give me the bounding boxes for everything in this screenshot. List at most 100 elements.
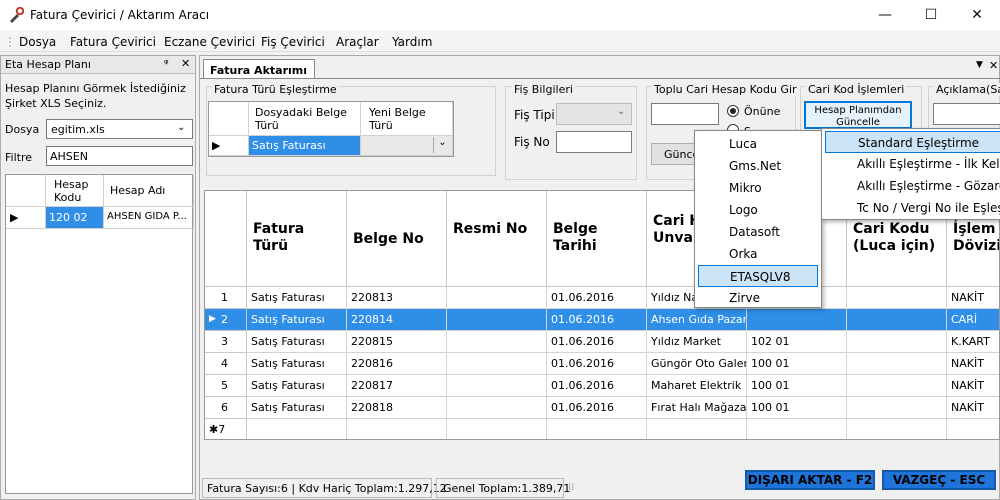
hesap-planindan-guncelle-button[interactable]: Hesap Planımdan Güncelle xyxy=(804,101,912,129)
cell-hesap-kodu[interactable]: 120 02 xyxy=(46,207,104,229)
cell-hesap-adi[interactable]: AHSEN GIDA P... xyxy=(104,207,194,229)
cell-luca-kod[interactable] xyxy=(847,309,947,331)
cell-fatura-turu[interactable]: Satış Faturası xyxy=(247,309,347,331)
menu-item-gmsnet[interactable]: Gms.Net xyxy=(695,155,821,177)
cell-cari-unvan[interactable]: Yıldız Market xyxy=(647,331,747,353)
cell-cari-unvan[interactable]: Maharet Elektrik xyxy=(647,375,747,397)
cell-new[interactable] xyxy=(647,419,747,439)
cell-new[interactable] xyxy=(947,419,999,439)
maximize-button[interactable]: ☐ xyxy=(908,0,954,30)
filtre-input[interactable]: AHSEN xyxy=(46,146,193,166)
close-button[interactable]: ✕ xyxy=(954,0,1000,30)
cell-cari-unvan[interactable]: Fırat Halı Mağazası xyxy=(647,397,747,419)
cell-doviz[interactable]: CARİ xyxy=(947,309,999,331)
menu-item-orka[interactable]: Orka xyxy=(695,243,821,265)
cell-cari-kod[interactable]: 102 01 xyxy=(747,331,847,353)
cell-fatura-turu[interactable]: Satış Faturası xyxy=(247,287,347,309)
cell-belge-tarihi[interactable]: 01.06.2016 xyxy=(547,309,647,331)
menu-item-mikro[interactable]: Mikro xyxy=(695,177,821,199)
cell-fatura-turu[interactable]: Satış Faturası xyxy=(247,375,347,397)
cell-cari-unvan[interactable]: Ahsen Gıda Pazarı xyxy=(647,309,747,331)
cell-belge-no[interactable]: 220814 xyxy=(347,309,447,331)
menu-fatura-cevirici[interactable]: Fatura Çevirici xyxy=(70,35,156,49)
tab-close-icon[interactable]: ✕ xyxy=(989,59,998,72)
menu-item-standard-eslestirme[interactable]: Standard Eşleştirme xyxy=(825,131,1000,153)
yeni-belge-turu-select[interactable]: ⌄ xyxy=(361,136,453,156)
table-row-new[interactable]: ✱7 xyxy=(205,419,999,439)
fis-no-input[interactable] xyxy=(556,131,632,153)
header-hesap-kodu[interactable]: Hesap Kodu xyxy=(46,175,104,207)
aciklama-input[interactable] xyxy=(933,103,1000,125)
header-hesap-adi[interactable]: Hesap Adı xyxy=(104,175,194,207)
menu-item-tc-vergi-no[interactable]: Tc No / Vergi No ile Eşleştir xyxy=(822,197,1000,219)
fis-tipi-select[interactable]: ⌄ xyxy=(556,103,632,125)
menu-araclar[interactable]: Araçlar xyxy=(336,35,379,49)
vazgec-button[interactable]: VAZGEÇ - ESC xyxy=(882,470,996,490)
cell-resmi-no[interactable] xyxy=(447,309,547,331)
menu-item-etasqlv8[interactable]: ETASQLV8 xyxy=(698,265,818,287)
cell-new[interactable] xyxy=(547,419,647,439)
tab-dropdown-icon[interactable]: ▼ xyxy=(976,60,983,70)
cell-resmi-no[interactable] xyxy=(447,353,547,375)
cell-doviz[interactable]: K.KART xyxy=(947,331,999,353)
cell-belge-tarihi[interactable]: 01.06.2016 xyxy=(547,287,647,309)
menu-yardim[interactable]: Yardım xyxy=(392,35,432,49)
cell-doviz[interactable]: NAKİT xyxy=(947,397,999,419)
cell-belge-tarihi[interactable]: 01.06.2016 xyxy=(547,397,647,419)
radio-onune[interactable] xyxy=(727,105,739,117)
cell-cari-kod[interactable]: 100 01 xyxy=(747,353,847,375)
menu-dosya[interactable]: Dosya xyxy=(19,35,56,49)
cell-belge-no[interactable]: 220818 xyxy=(347,397,447,419)
table-row[interactable]: 3 Satış Faturası 220815 01.06.2016 Yıldı… xyxy=(205,331,999,353)
menu-item-logo[interactable]: Logo xyxy=(695,199,821,221)
header-fatura-turu[interactable]: Fatura Türü xyxy=(247,191,347,287)
menu-eczane-cevirici[interactable]: Eczane Çevirici xyxy=(164,35,255,49)
cell-cari-unvan[interactable]: Güngör Oto Galeri xyxy=(647,353,747,375)
menu-item-akilli-ilk-kelime[interactable]: Akıllı Eşleştirme - İlk Kelime xyxy=(822,153,1000,175)
cell-belge-no[interactable]: 220817 xyxy=(347,375,447,397)
menu-item-akilli-gozardi[interactable]: Akıllı Eşleştirme - Gözardı K xyxy=(822,175,1000,197)
cell-resmi-no[interactable] xyxy=(447,287,547,309)
toplu-cari-input[interactable] xyxy=(651,103,719,125)
table-row[interactable]: 1 Satış Faturası 220813 01.06.2016 Yıldı… xyxy=(205,287,999,309)
cell-belge-no[interactable]: 220815 xyxy=(347,331,447,353)
cell-new[interactable] xyxy=(847,419,947,439)
disari-aktar-button[interactable]: DIŞARI AKTAR - F2 xyxy=(745,470,875,490)
menu-item-datasoft[interactable]: Datasoft xyxy=(695,221,821,243)
cell-luca-kod[interactable] xyxy=(847,397,947,419)
header-belge-no[interactable]: Belge No xyxy=(347,191,447,287)
table-row-selected[interactable]: 2 ▶ Satış Faturası 220814 01.06.2016 Ahs… xyxy=(205,309,999,331)
cell-new[interactable] xyxy=(747,419,847,439)
table-row[interactable]: 4 Satış Faturası 220816 01.06.2016 Güngö… xyxy=(205,353,999,375)
panel-close-icon[interactable]: ✕ xyxy=(181,57,190,70)
cell-resmi-no[interactable] xyxy=(447,375,547,397)
cell-luca-kod[interactable] xyxy=(847,331,947,353)
cell-luca-kod[interactable] xyxy=(847,353,947,375)
cell-doviz[interactable]: NAKİT xyxy=(947,287,999,309)
cell-belge-tarihi[interactable]: 01.06.2016 xyxy=(547,375,647,397)
cell-doviz[interactable]: NAKİT xyxy=(947,375,999,397)
menu-item-zirve[interactable]: Zirve xyxy=(695,287,821,309)
cell-luca-kod[interactable] xyxy=(847,375,947,397)
table-row[interactable]: 5 Satış Faturası 220817 01.06.2016 Mahar… xyxy=(205,375,999,397)
cell-new[interactable] xyxy=(347,419,447,439)
minimize-button[interactable]: — xyxy=(862,0,908,30)
pin-icon[interactable]: ᵠ xyxy=(164,57,169,70)
cell-luca-kod[interactable] xyxy=(847,287,947,309)
cell-resmi-no[interactable] xyxy=(447,331,547,353)
menu-item-luca[interactable]: Luca xyxy=(695,133,821,155)
cell-new[interactable] xyxy=(247,419,347,439)
cell-new[interactable] xyxy=(447,419,547,439)
menu-fis-cevirici[interactable]: Fiş Çevirici xyxy=(261,35,325,49)
dosya-select[interactable]: egitim.xls ⌄ xyxy=(46,119,193,139)
cell-cari-kod[interactable] xyxy=(747,309,847,331)
cell-cari-kod[interactable]: 100 01 xyxy=(747,375,847,397)
cell-belge-tarihi[interactable]: 01.06.2016 xyxy=(547,353,647,375)
cell-fatura-turu[interactable]: Satış Faturası xyxy=(247,331,347,353)
cell-doviz[interactable]: NAKİT xyxy=(947,353,999,375)
cell-belge-no[interactable]: 220816 xyxy=(347,353,447,375)
cell-resmi-no[interactable] xyxy=(447,397,547,419)
cell-fatura-turu[interactable]: Satış Faturası xyxy=(247,353,347,375)
cell-cari-kod[interactable]: 100 01 xyxy=(747,397,847,419)
cell-fatura-turu[interactable]: Satış Faturası xyxy=(247,397,347,419)
